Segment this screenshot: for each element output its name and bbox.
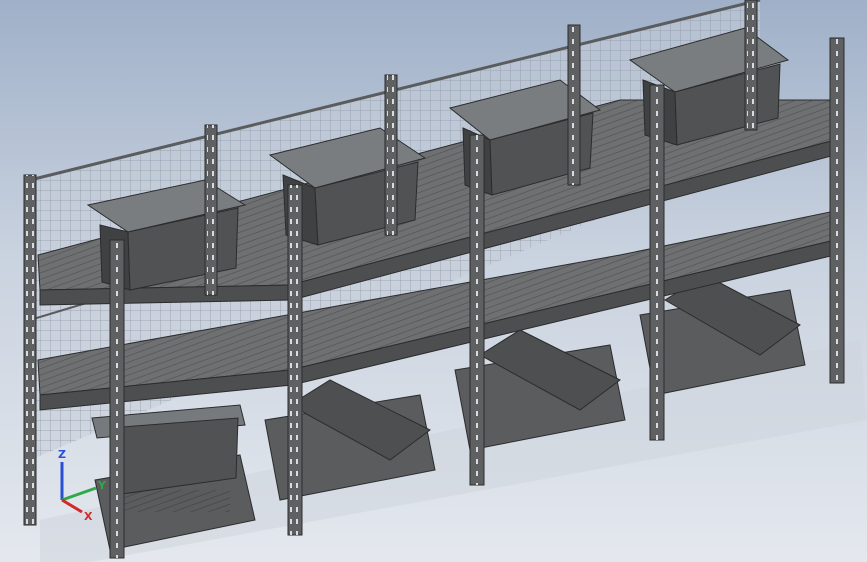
cad-3d-viewport[interactable]: Z Y X: [0, 0, 867, 562]
y-axis-line: [61, 486, 97, 502]
y-axis-arrow: Y: [61, 479, 107, 502]
x-axis-arrow: X: [61, 498, 93, 523]
axis-triad: Z Y X: [58, 448, 107, 523]
y-axis-label: Y: [97, 479, 107, 492]
x-axis-line: [61, 498, 83, 514]
x-axis-label: X: [84, 510, 93, 523]
z-axis-arrow: Z: [58, 448, 66, 500]
z-axis-label: Z: [58, 448, 66, 461]
